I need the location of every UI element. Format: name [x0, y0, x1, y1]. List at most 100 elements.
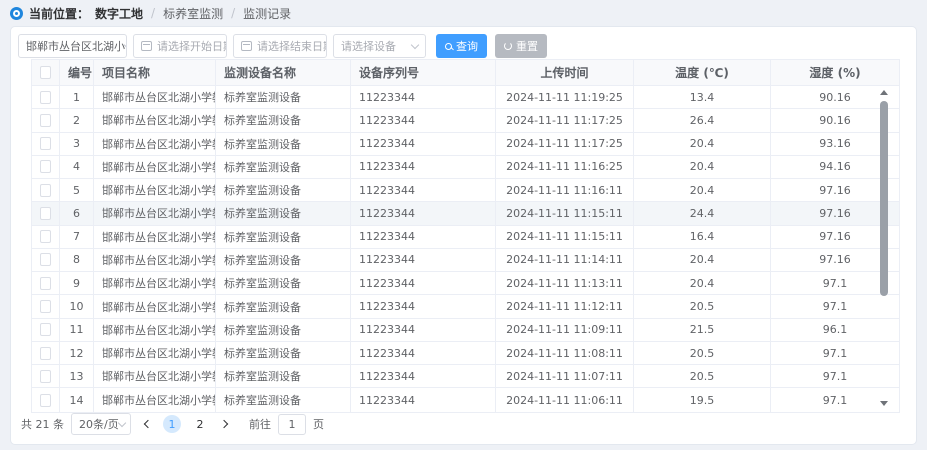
table-row[interactable]: 7 邯郸市丛台区北湖小学教学楼装... 标养室监测设备 11223344 202… — [32, 226, 899, 249]
page-number-list: 12 — [163, 415, 209, 433]
row-checkbox[interactable] — [40, 277, 51, 290]
chevron-left-icon — [144, 420, 152, 428]
cell-temperature: 20.5 — [634, 365, 771, 387]
table-row[interactable]: 3 邯郸市丛台区北湖小学教学楼装... 标养室监测设备 11223344 202… — [32, 133, 899, 156]
cell-serial-number: 11223344 — [351, 179, 496, 201]
row-checkbox[interactable] — [40, 184, 51, 197]
cell-no: 14 — [60, 388, 94, 411]
row-checkbox[interactable] — [40, 230, 51, 243]
reset-button[interactable]: 重置 — [495, 34, 547, 58]
cell-temperature: 20.4 — [634, 179, 771, 201]
row-checkbox[interactable] — [40, 137, 51, 150]
cell-upload-time: 2024-11-11 11:07:11 — [496, 365, 634, 387]
table-row[interactable]: 2 邯郸市丛台区北湖小学教学楼装... 标养室监测设备 11223344 202… — [32, 109, 899, 132]
page-number-2[interactable]: 2 — [191, 415, 209, 433]
cell-serial-number: 11223344 — [351, 365, 496, 387]
cell-project-name: 邯郸市丛台区北湖小学教学楼装... — [94, 133, 216, 155]
cell-no: 4 — [60, 156, 94, 178]
row-checkbox[interactable] — [40, 370, 51, 383]
goto-label: 前往 — [249, 416, 271, 432]
cell-project-name: 邯郸市丛台区北湖小学教学楼装... — [94, 109, 216, 131]
reset-button-label: 重置 — [516, 38, 538, 54]
table-row[interactable]: 5 邯郸市丛台区北湖小学教学楼装... 标养室监测设备 11223344 202… — [32, 179, 899, 202]
cell-temperature: 26.4 — [634, 109, 771, 131]
table-row[interactable]: 13 邯郸市丛台区北湖小学教学楼装... 标养室监测设备 11223344 20… — [32, 365, 899, 388]
cell-no: 5 — [60, 179, 94, 201]
cell-project-name: 邯郸市丛台区北湖小学教学楼装... — [94, 272, 216, 294]
end-date-placeholder: 请选择结束日期 — [257, 38, 327, 54]
breadcrumb-item-curing-room-monitor[interactable]: 标养室监测 — [163, 5, 223, 22]
query-button[interactable]: 查询 — [436, 34, 487, 58]
start-date-input[interactable]: 请选择开始日期 — [133, 34, 227, 58]
select-all-checkbox[interactable] — [40, 66, 51, 79]
page-number-1[interactable]: 1 — [163, 415, 181, 433]
scroll-up-arrow-icon[interactable] — [880, 90, 888, 95]
page-size-select[interactable]: 20条/页 — [71, 413, 131, 435]
table-scrollbar[interactable] — [879, 90, 889, 406]
table-row[interactable]: 9 邯郸市丛台区北湖小学教学楼装... 标养室监测设备 11223344 202… — [32, 272, 899, 295]
cell-device-name: 标养室监测设备 — [216, 133, 351, 155]
table-row[interactable]: 14 邯郸市丛台区北湖小学教学楼装... 标养室监测设备 11223344 20… — [32, 388, 899, 411]
cell-upload-time: 2024-11-11 11:12:11 — [496, 295, 634, 317]
row-checkbox[interactable] — [40, 114, 51, 127]
cell-device-name: 标养室监测设备 — [216, 109, 351, 131]
cell-device-name: 标养室监测设备 — [216, 156, 351, 178]
row-checkbox[interactable] — [40, 91, 51, 104]
row-checkbox[interactable] — [40, 323, 51, 336]
row-checkbox[interactable] — [40, 253, 51, 266]
cell-serial-number: 11223344 — [351, 295, 496, 317]
cell-temperature: 20.4 — [634, 272, 771, 294]
table-row[interactable]: 6 邯郸市丛台区北湖小学教学楼装... 标养室监测设备 11223344 202… — [32, 202, 899, 225]
refresh-icon — [504, 42, 512, 50]
row-checkbox[interactable] — [40, 160, 51, 173]
cell-no: 9 — [60, 272, 94, 294]
table-row[interactable]: 1 邯郸市丛台区北湖小学教学楼装... 标养室监测设备 11223344 202… — [32, 86, 899, 109]
cell-upload-time: 2024-11-11 11:06:11 — [496, 388, 634, 411]
table-row[interactable]: 8 邯郸市丛台区北湖小学教学楼装... 标养室监测设备 11223344 202… — [32, 249, 899, 272]
project-select[interactable]: 邯郸市丛台区北湖小 — [18, 34, 127, 58]
table-row[interactable]: 11 邯郸市丛台区北湖小学教学楼装... 标养室监测设备 11223344 20… — [32, 319, 899, 342]
cell-project-name: 邯郸市丛台区北湖小学教学楼装... — [94, 365, 216, 387]
breadcrumb: 当前位置： 数字工地 / 标养室监测 / 监测记录 — [0, 0, 927, 26]
cell-device-name: 标养室监测设备 — [216, 272, 351, 294]
cell-serial-number: 11223344 — [351, 202, 496, 224]
filter-bar: 邯郸市丛台区北湖小 请选择开始日期 请选择结束日期 请选择设备 查询 重置 — [11, 27, 916, 59]
row-checkbox[interactable] — [40, 347, 51, 360]
column-header-serial: 设备序列号 — [351, 60, 496, 85]
cell-project-name: 邯郸市丛台区北湖小学教学楼装... — [94, 388, 216, 411]
cell-upload-time: 2024-11-11 11:17:25 — [496, 133, 634, 155]
cell-serial-number: 11223344 — [351, 388, 496, 411]
cell-temperature: 16.4 — [634, 226, 771, 248]
table-row[interactable]: 4 邯郸市丛台区北湖小学教学楼装... 标养室监测设备 11223344 202… — [32, 156, 899, 179]
cell-project-name: 邯郸市丛台区北湖小学教学楼装... — [94, 179, 216, 201]
breadcrumb-item-digital-site[interactable]: 数字工地 — [95, 5, 143, 22]
row-checkbox[interactable] — [40, 207, 51, 220]
table-row[interactable]: 12 邯郸市丛台区北湖小学教学楼装... 标养室监测设备 11223344 20… — [32, 342, 899, 365]
table-row[interactable]: 10 邯郸市丛台区北湖小学教学楼装... 标养室监测设备 11223344 20… — [32, 295, 899, 318]
cell-device-name: 标养室监测设备 — [216, 342, 351, 364]
goto-page-input[interactable] — [278, 414, 306, 435]
next-page-button[interactable] — [216, 415, 234, 433]
row-checkbox[interactable] — [40, 300, 51, 313]
row-checkbox[interactable] — [40, 394, 51, 407]
location-icon — [10, 7, 23, 20]
cell-no: 8 — [60, 249, 94, 271]
cell-serial-number: 11223344 — [351, 109, 496, 131]
total-count-label: 共 21 条 — [21, 416, 64, 432]
device-select[interactable]: 请选择设备 — [333, 34, 426, 58]
cell-no: 3 — [60, 133, 94, 155]
scrollbar-thumb[interactable] — [880, 101, 888, 296]
prev-page-button[interactable] — [138, 415, 156, 433]
scroll-down-arrow-icon[interactable] — [880, 401, 888, 406]
cell-no: 13 — [60, 365, 94, 387]
cell-device-name: 标养室监测设备 — [216, 249, 351, 271]
cell-no: 7 — [60, 226, 94, 248]
end-date-input[interactable]: 请选择结束日期 — [233, 34, 327, 58]
cell-temperature: 20.4 — [634, 156, 771, 178]
cell-serial-number: 11223344 — [351, 226, 496, 248]
table-header-row: 编号 项目名称 监测设备名称 设备序列号 上传时间 温度 (℃) 湿度 (%) — [32, 60, 899, 86]
breadcrumb-prefix: 当前位置： — [29, 5, 89, 22]
cell-serial-number: 11223344 — [351, 249, 496, 271]
cell-temperature: 21.5 — [634, 319, 771, 341]
cell-temperature: 20.5 — [634, 295, 771, 317]
